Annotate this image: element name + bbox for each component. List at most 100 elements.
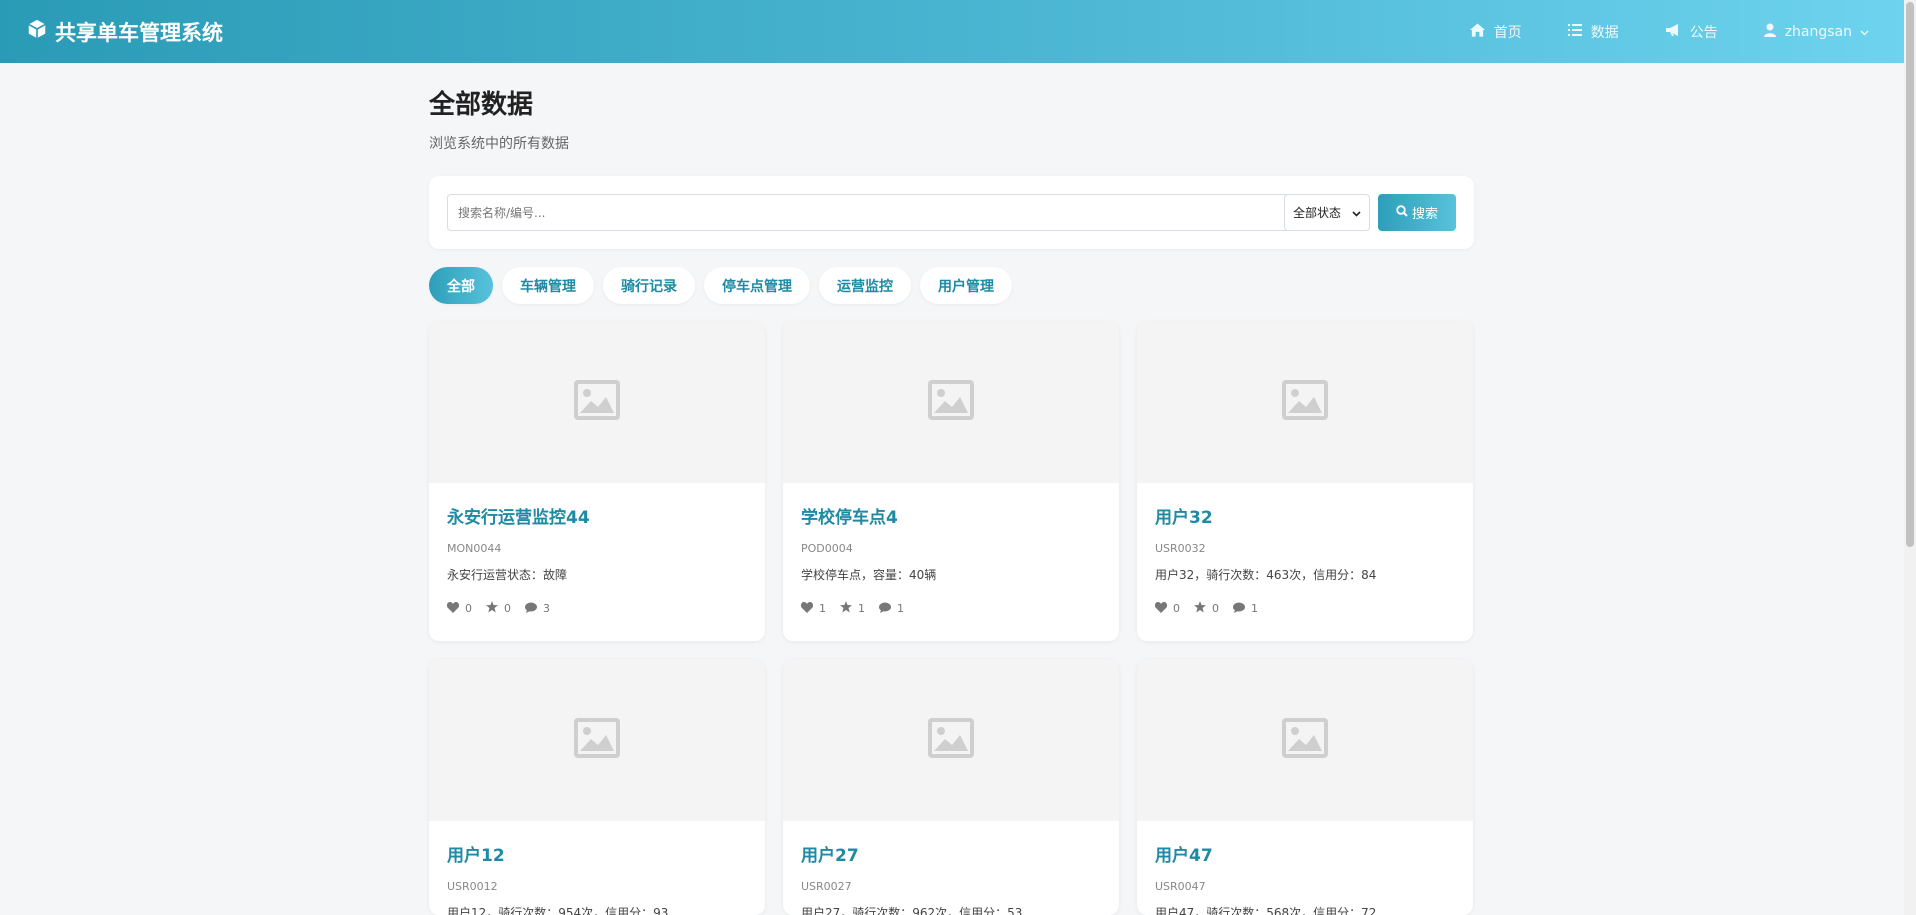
user-icon	[1763, 23, 1785, 41]
image-placeholder-icon	[1282, 380, 1328, 424]
card-description: 用户12，骑行次数：954次，信用分：93	[447, 906, 669, 915]
tab-operations[interactable]: 运营监控	[819, 267, 911, 304]
username: zhangsan	[1784, 23, 1852, 40]
main-nav: 首页 数据 公告 zhangsan	[1424, 22, 1878, 42]
card-title[interactable]: 用户27	[801, 841, 1101, 866]
cube-icon	[26, 18, 55, 45]
card-stats: 0 0 1	[1154, 601, 1455, 616]
card-image	[783, 321, 1119, 483]
card-image	[429, 659, 765, 821]
card-title[interactable]: 用户12	[447, 841, 747, 866]
brand[interactable]: 共享单车管理系统	[26, 17, 223, 47]
favorite-stat[interactable]: 1	[840, 601, 865, 616]
card-description: 学校停车点，容量：40辆	[801, 568, 937, 582]
data-card[interactable]: 用户27 USR0027 用户27，骑行次数：962次，信用分：53	[783, 659, 1119, 915]
data-card[interactable]: 学校停车点4 POD0004 学校停车点，容量：40辆 1 1 1	[783, 321, 1119, 641]
comment-icon	[879, 602, 897, 616]
search-icon	[1396, 204, 1412, 221]
comment-count: 3	[543, 602, 550, 615]
scrollbar-thumb[interactable]	[1906, 2, 1914, 547]
card-description: 用户47，骑行次数：568次，信用分：72	[1155, 906, 1377, 915]
data-card[interactable]: 用户47 USR0047 用户47，骑行次数：568次，信用分：72	[1137, 659, 1473, 915]
card-image	[1137, 321, 1473, 483]
heart-icon	[1154, 601, 1173, 616]
page-title: 全部数据	[429, 90, 534, 120]
favorite-stat[interactable]: 0	[1194, 601, 1219, 616]
like-count: 1	[819, 602, 826, 615]
search-button-label: 搜索	[1411, 207, 1438, 222]
comment-stat[interactable]: 3	[525, 602, 550, 616]
card-image	[429, 321, 765, 483]
card-title[interactable]: 学校停车点4	[801, 503, 1101, 528]
nav-item-data[interactable]: 数据	[1567, 22, 1619, 42]
page-subtitle: 浏览系统中的所有数据	[429, 136, 569, 152]
nav-item-announcements[interactable]: 公告	[1665, 22, 1718, 42]
card-code: USR0012	[447, 880, 498, 893]
card-code: MON0044	[447, 542, 502, 555]
category-tabs: 全部 车辆管理 骑行记录 停车点管理 运营监控 用户管理	[429, 267, 1021, 304]
heart-icon	[446, 601, 465, 616]
data-card[interactable]: 永安行运营监控44 MON0044 永安行运营状态：故障 0 0 3	[429, 321, 765, 641]
list-icon	[1567, 23, 1591, 40]
card-image	[783, 659, 1119, 821]
megaphone-icon	[1665, 23, 1690, 41]
tab-ride-records[interactable]: 骑行记录	[603, 267, 695, 304]
nav-item-label: 首页	[1493, 24, 1522, 41]
card-image	[1137, 659, 1473, 821]
card-description: 用户27，骑行次数：962次，信用分：53	[801, 906, 1023, 915]
favorite-count: 0	[504, 602, 511, 615]
nav-item-label: 数据	[1590, 24, 1619, 41]
nav-item-user-menu[interactable]: zhangsan	[1763, 23, 1878, 41]
chevron-down-icon	[1860, 24, 1878, 40]
card-title[interactable]: 用户47	[1155, 841, 1455, 866]
like-stat[interactable]: 0	[1154, 601, 1180, 616]
card-description: 用户32，骑行次数：463次，信用分：84	[1155, 568, 1377, 582]
like-stat[interactable]: 1	[800, 601, 826, 616]
data-card[interactable]: 用户12 USR0012 用户12，骑行次数：954次，信用分：93	[429, 659, 765, 915]
image-placeholder-icon	[574, 718, 620, 762]
image-placeholder-icon	[1282, 718, 1328, 762]
card-stats: 0 0 3	[446, 601, 747, 616]
tab-users[interactable]: 用户管理	[920, 267, 1012, 304]
comment-stat[interactable]: 1	[1233, 602, 1258, 616]
search-input[interactable]	[447, 194, 1304, 231]
data-card[interactable]: 用户32 USR0032 用户32，骑行次数：463次，信用分：84 0 0 1	[1137, 321, 1473, 641]
image-placeholder-icon	[574, 380, 620, 424]
chevron-down-icon	[1352, 206, 1361, 220]
comment-count: 1	[1251, 602, 1258, 615]
card-title[interactable]: 永安行运营监控44	[447, 503, 747, 528]
like-count: 0	[1173, 602, 1180, 615]
card-description: 永安行运营状态：故障	[447, 568, 568, 582]
status-select[interactable]: 全部状态	[1284, 194, 1370, 231]
nav-item-label: 公告	[1689, 24, 1718, 41]
like-count: 0	[465, 602, 472, 615]
card-code: USR0032	[1155, 542, 1206, 555]
tab-vehicles[interactable]: 车辆管理	[502, 267, 594, 304]
favorite-count: 0	[1212, 602, 1219, 615]
comment-stat[interactable]: 1	[879, 602, 904, 616]
favorite-stat[interactable]: 0	[486, 601, 511, 616]
top-navbar: 共享单车管理系统 首页 数据 公告 zhangsan	[0, 0, 1904, 63]
nav-item-home[interactable]: 首页	[1469, 22, 1522, 42]
card-stats: 1 1 1	[800, 601, 1101, 616]
heart-icon	[800, 601, 819, 616]
like-stat[interactable]: 0	[446, 601, 472, 616]
search-button[interactable]: 搜索	[1378, 194, 1456, 231]
card-code: USR0047	[1155, 880, 1206, 893]
tab-parking[interactable]: 停车点管理	[704, 267, 810, 304]
card-title[interactable]: 用户32	[1155, 503, 1455, 528]
card-code: USR0027	[801, 880, 852, 893]
card-code: POD0004	[801, 542, 853, 555]
star-icon	[486, 601, 504, 616]
image-placeholder-icon	[928, 380, 974, 424]
comment-icon	[525, 602, 543, 616]
search-panel: 全部状态 搜索	[429, 176, 1474, 249]
status-select-value: 全部状态	[1293, 206, 1342, 220]
brand-title: 共享单车管理系统	[55, 20, 223, 45]
star-icon	[1194, 601, 1212, 616]
image-placeholder-icon	[928, 718, 974, 762]
star-icon	[840, 601, 858, 616]
tab-all[interactable]: 全部	[429, 267, 493, 304]
page-scrollbar[interactable]	[1904, 0, 1916, 915]
favorite-count: 1	[858, 602, 865, 615]
